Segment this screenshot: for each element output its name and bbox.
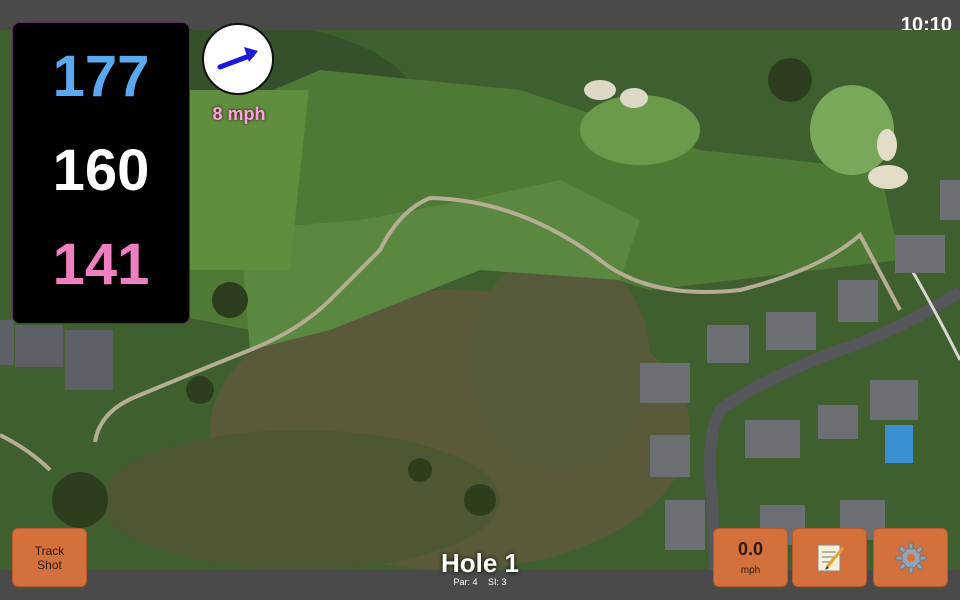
track-shot-label-line2: Shot bbox=[37, 557, 62, 572]
wind-direction-arrow-icon bbox=[217, 47, 258, 70]
notes-button[interactable] bbox=[792, 528, 867, 587]
speed-button[interactable]: 0.0 mph bbox=[713, 528, 788, 587]
hole-info: Par: 4 SI: 3 bbox=[380, 577, 580, 587]
settings-button[interactable] bbox=[873, 528, 948, 587]
hole-stroke-index: SI: 3 bbox=[488, 577, 507, 587]
back-distance: 177 bbox=[52, 44, 150, 109]
hole-title: Hole 1 bbox=[440, 548, 520, 578]
speed-value: 0.0 bbox=[737, 539, 764, 559]
hole-par: Par: 4 bbox=[453, 577, 478, 587]
wind-speed-label: 8 mph bbox=[212, 104, 266, 124]
middle-distance: 160 bbox=[52, 138, 150, 203]
front-distance: 141 bbox=[52, 232, 150, 297]
track-shot-label-line1: Track bbox=[34, 543, 65, 558]
distance-panel: 177 160 141 bbox=[12, 22, 190, 324]
gear-icon bbox=[895, 542, 926, 573]
speed-unit: mph bbox=[740, 565, 761, 576]
wind-indicator bbox=[202, 23, 274, 95]
notepad-icon bbox=[817, 544, 844, 571]
track-shot-button[interactable]: Track Shot bbox=[12, 528, 87, 587]
